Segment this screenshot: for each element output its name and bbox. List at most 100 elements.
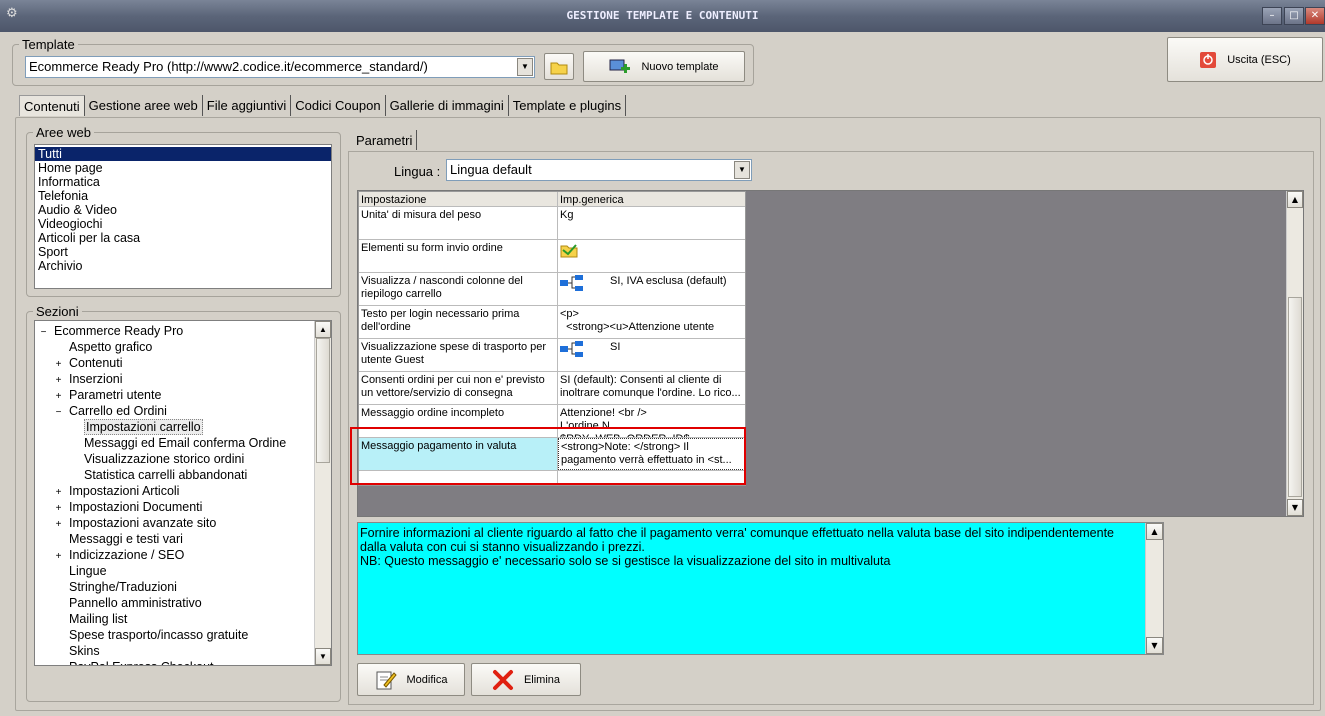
tree-node-label: Lingue — [69, 564, 107, 578]
tree-node[interactable]: Messaggi ed Email conferma Ordine — [69, 435, 286, 451]
tree-node[interactable]: Impostazioni carrello — [69, 419, 203, 435]
scroll-down-icon[interactable]: ▼ — [1146, 637, 1163, 654]
setting-value-text: <p> <strong><u>Attenzione utente — [560, 308, 715, 333]
tab-gallerie-immagini[interactable]: Gallerie di immagini — [386, 95, 509, 116]
tab-parametri[interactable]: Parametri — [352, 130, 418, 150]
tree-node[interactable]: − Carrello ed Ordini — [54, 403, 167, 419]
tree-node[interactable]: Visualizzazione storico ordini — [69, 451, 244, 467]
tab-gestione-aree-web[interactable]: Gestione aree web — [85, 95, 203, 116]
tree-node[interactable]: + Contenuti — [54, 355, 123, 371]
chevron-down-icon[interactable]: ▼ — [517, 58, 533, 76]
setting-value-text: SI (default): Consenti al cliente di ino… — [560, 374, 741, 399]
modify-button[interactable]: Modifica — [357, 663, 465, 696]
collapse-icon[interactable]: − — [39, 325, 48, 341]
setting-name: Testo per login necessario prima dell'or… — [359, 306, 558, 338]
setting-value[interactable]: SI (default): Consenti al cliente di ino… — [558, 372, 745, 404]
setting-value[interactable]: SI, IVA esclusa (default) — [558, 273, 745, 305]
table-row[interactable]: Testo per login necessario prima dell'or… — [359, 306, 745, 339]
lingua-label: Lingua : — [394, 164, 441, 179]
table-row[interactable]: Consenti ordini per cui non e' previsto … — [359, 372, 745, 405]
scroll-up-icon[interactable]: ▲ — [1287, 191, 1303, 208]
tree-node-label: Stringhe/Traduzioni — [69, 580, 177, 594]
tree-node[interactable]: PayPal Express Checkout — [54, 659, 214, 665]
aree-web-list[interactable]: Tutti Home page Informatica Telefonia Au… — [34, 144, 332, 289]
chevron-down-icon[interactable]: ▼ — [734, 161, 750, 179]
description-scrollbar[interactable]: ▲ ▼ — [1145, 523, 1163, 654]
tree-node-label: Contenuti — [69, 356, 123, 370]
tree-node[interactable]: Statistica carrelli abbandonati — [69, 467, 247, 483]
list-item[interactable]: Videogiochi — [35, 217, 331, 231]
tree-node[interactable]: Messaggi e testi vari — [54, 531, 183, 547]
setting-name: Unita' di misura del peso — [359, 207, 558, 239]
tree-node[interactable]: Aspetto grafico — [54, 339, 152, 355]
list-item[interactable]: Sport — [35, 245, 331, 259]
tab-codici-coupon[interactable]: Codici Coupon — [291, 95, 386, 116]
setting-value[interactable]: <p> <strong><u>Attenzione utente — [558, 306, 745, 338]
template-select[interactable]: Ecommerce Ready Pro (http://www2.codice.… — [25, 56, 535, 78]
collapse-icon[interactable]: − — [54, 405, 63, 421]
scroll-thumb[interactable] — [1288, 297, 1302, 497]
tree-node[interactable]: − Ecommerce Ready Pro — [39, 323, 184, 341]
tree-node[interactable]: + Inserzioni — [54, 371, 123, 387]
list-item[interactable]: Informatica — [35, 175, 331, 189]
tree-node[interactable]: + Impostazioni avanzate sito — [54, 515, 217, 531]
grid-scrollbar[interactable]: ▲ ▼ — [1286, 191, 1303, 516]
table-row[interactable]: Elementi su form invio ordine — [359, 240, 745, 273]
setting-name: Visualizzazione spese di trasporto per u… — [359, 339, 558, 371]
tree-node-label: Messaggi ed Email conferma Ordine — [84, 436, 287, 450]
table-row[interactable]: Unita' di misura del peso Kg — [359, 207, 745, 240]
scroll-down-icon[interactable]: ▼ — [315, 648, 331, 665]
tree-scrollbar[interactable]: ▲ ▼ — [314, 321, 331, 665]
tree-node-label: Ecommerce Ready Pro — [54, 324, 184, 338]
tree-node-label: Carrello ed Ordini — [69, 404, 167, 418]
tree-node-label: Visualizzazione storico ordini — [84, 452, 245, 466]
list-item[interactable]: Archivio — [35, 259, 331, 273]
tree-node[interactable]: + Indicizzazione / SEO — [54, 547, 185, 563]
main-tabs: Contenuti Gestione aree web File aggiunt… — [19, 95, 627, 116]
tree-node[interactable]: + Impostazioni Documenti — [54, 499, 203, 515]
tab-template-plugins[interactable]: Template e plugins — [509, 95, 627, 116]
table-row[interactable]: Visualizzazione spese di trasporto per u… — [359, 339, 745, 372]
tree-node[interactable]: Spese trasporto/incasso gratuite — [54, 627, 248, 643]
tree-node[interactable]: Skins — [54, 643, 100, 659]
sezioni-legend: Sezioni — [36, 304, 79, 319]
tree-node[interactable]: Mailing list — [54, 611, 127, 627]
delete-button[interactable]: Elimina — [471, 663, 581, 696]
scroll-down-icon[interactable]: ▼ — [1287, 499, 1303, 516]
open-folder-button[interactable] — [544, 53, 574, 80]
close-button[interactable]: ✕ — [1305, 7, 1325, 25]
table-row[interactable]: Visualizza / nascondi colonne del riepil… — [359, 273, 745, 306]
tab-file-aggiuntivi[interactable]: File aggiuntivi — [203, 95, 292, 116]
sezioni-tree[interactable]: − Ecommerce Ready Pro Aspetto grafico + Cont… — [34, 320, 332, 666]
table-header[interactable]: Impostazione Imp.generica — [359, 192, 745, 207]
folder-icon[interactable] — [560, 244, 578, 261]
scroll-up-icon[interactable]: ▲ — [315, 321, 331, 338]
maximize-button[interactable]: □ — [1284, 7, 1304, 25]
list-item[interactable]: Home page — [35, 161, 331, 175]
new-template-button[interactable]: Nuovo template — [583, 51, 745, 82]
minimize-button[interactable]: – — [1262, 7, 1282, 25]
tree-node[interactable]: + Impostazioni Articoli — [54, 483, 180, 499]
tree-node[interactable]: Pannello amministrativo — [54, 595, 202, 611]
tree-node[interactable]: + Parametri utente — [54, 387, 162, 403]
exit-button[interactable]: Uscita (ESC) — [1167, 37, 1323, 82]
tree-node-label: PayPal Express Checkout — [69, 660, 214, 665]
setting-value[interactable]: Kg — [558, 207, 745, 239]
list-item[interactable]: Audio & Video — [35, 203, 331, 217]
tree-node-label: Impostazioni carrello — [84, 419, 203, 435]
template-legend: Template — [22, 37, 75, 52]
tab-contenuti[interactable]: Contenuti — [19, 95, 85, 116]
lingua-select[interactable]: Lingua default ▼ — [446, 159, 752, 181]
scroll-up-icon[interactable]: ▲ — [1146, 523, 1163, 540]
tree-node[interactable]: Lingue — [54, 563, 107, 579]
setting-value[interactable]: SI — [558, 339, 745, 371]
list-item[interactable]: Articoli per la casa — [35, 231, 331, 245]
tree-node[interactable]: Stringhe/Traduzioni — [54, 579, 177, 595]
tree-node-label: Indicizzazione / SEO — [69, 548, 185, 562]
setting-value[interactable] — [558, 240, 745, 272]
list-item[interactable]: Telefonia — [35, 189, 331, 203]
scroll-thumb[interactable] — [316, 338, 330, 463]
list-item[interactable]: Tutti — [35, 147, 331, 161]
column-header[interactable]: Impostazione — [359, 192, 558, 206]
column-header[interactable]: Imp.generica — [558, 192, 745, 206]
